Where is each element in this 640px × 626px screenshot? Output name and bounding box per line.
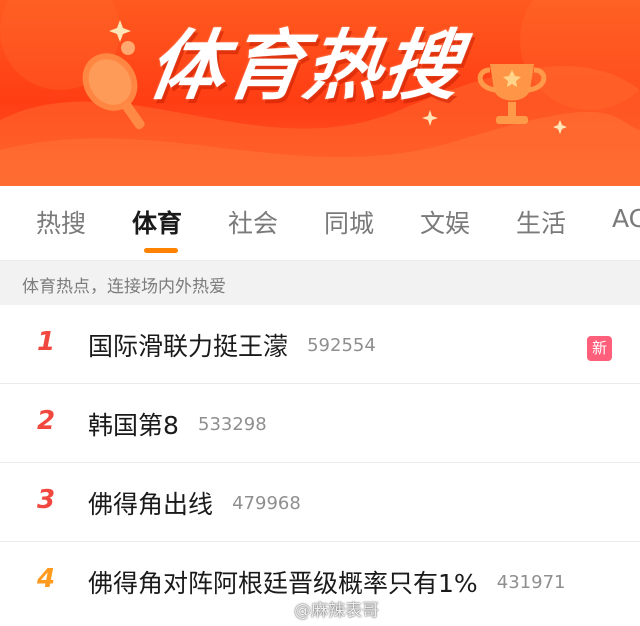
item-heat-count: 533298	[198, 413, 267, 435]
rank-number: 1	[36, 327, 56, 357]
list-item[interactable]: 1 国际滑联力挺王濛 592554 新	[0, 305, 640, 384]
item-heat-count: 431971	[496, 571, 566, 593]
watermark: @麻辣表哥	[270, 596, 379, 621]
rank-number: 4	[36, 564, 56, 594]
item-title: 国际滑联力挺王濛	[88, 332, 289, 361]
weibo-icon	[270, 604, 290, 619]
tab-life[interactable]: 生活	[516, 204, 566, 240]
header-banner: 体育热搜	[0, 0, 640, 186]
tab-society[interactable]: 社会	[228, 204, 278, 240]
tab-entertainment[interactable]: 文娱	[420, 204, 470, 240]
rank-number: 3	[36, 485, 56, 515]
category-tabs: 热搜 体育 社会 同城 文娱 生活 AC	[0, 186, 640, 261]
item-title: 佛得角对阵阿根廷晋级概率只有1%	[88, 569, 478, 598]
item-title: 佛得角出线	[88, 490, 214, 519]
rank-number: 2	[36, 406, 56, 436]
tab-sports[interactable]: 体育	[132, 204, 182, 240]
tab-local[interactable]: 同城	[324, 204, 374, 240]
subheader-text: 体育热点，连接场内外热爱	[22, 277, 226, 297]
list-item[interactable]: 2 韩国第8 533298	[0, 384, 640, 463]
watermark-text: @麻辣表哥	[294, 601, 379, 621]
section-subheader: 体育热点，连接场内外热爱	[0, 261, 640, 305]
item-heat-count: 479968	[232, 492, 301, 514]
page-title: 体育热搜	[142, 21, 468, 110]
list-item[interactable]: 3 佛得角出线 479968	[0, 463, 640, 542]
new-badge: 新	[587, 336, 612, 361]
item-title-group: 佛得角出线 479968	[88, 485, 301, 521]
item-title-group: 国际滑联力挺王濛 592554	[88, 327, 376, 363]
item-title-group: 韩国第8 533298	[88, 406, 267, 442]
item-title: 韩国第8	[88, 411, 179, 440]
item-heat-count: 592554	[307, 334, 376, 356]
item-title-group: 佛得角对阵阿根廷晋级概率只有1% 431971	[88, 564, 565, 600]
tab-hot-search[interactable]: 热搜	[36, 204, 86, 240]
active-tab-indicator	[144, 248, 178, 253]
tab-acg[interactable]: AC	[612, 204, 640, 233]
